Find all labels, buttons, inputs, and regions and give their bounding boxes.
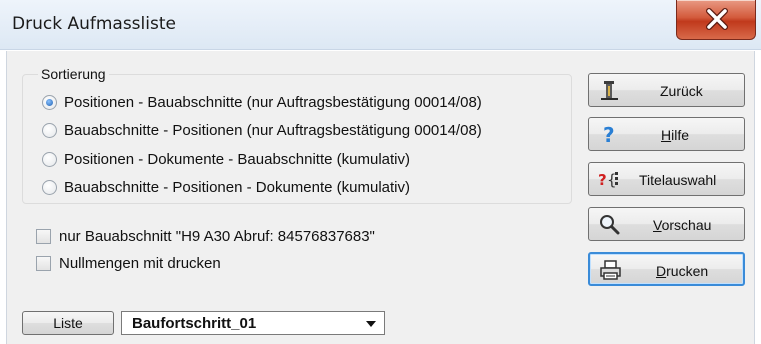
radio-selected[interactable] bbox=[42, 94, 57, 110]
sort-group-legend: Sortierung bbox=[38, 66, 109, 82]
door-exit-icon bbox=[601, 81, 618, 100]
sort-option-label: Positionen - Dokumente - Bauabschnitte (… bbox=[64, 150, 410, 168]
back-button[interactable]: Zurück bbox=[588, 73, 745, 107]
sort-option-4[interactable]: Bauabschnitte - Positionen - Dokumente (… bbox=[42, 177, 410, 197]
close-icon bbox=[706, 8, 728, 30]
magnifier-icon bbox=[600, 215, 620, 235]
checkbox-label: Nullmengen mit drucken bbox=[59, 254, 221, 272]
title-select-icon: ? { bbox=[598, 171, 618, 189]
window-title: Druck Aufmassliste bbox=[12, 14, 176, 34]
svg-text:?: ? bbox=[598, 171, 607, 189]
help-button[interactable]: ? Hilfe bbox=[588, 117, 745, 151]
radio[interactable] bbox=[42, 122, 57, 138]
sort-option-label: Bauabschnitte - Positionen (nur Auftrags… bbox=[64, 121, 482, 139]
liste-button[interactable]: Liste bbox=[22, 311, 114, 335]
back-button-label: Zurück bbox=[660, 83, 703, 99]
title-bar: Druck Aufmassliste bbox=[0, 0, 761, 50]
radio[interactable] bbox=[42, 151, 57, 167]
preview-button-label: Vorschau bbox=[653, 217, 712, 233]
print-button[interactable]: Drucken bbox=[588, 252, 745, 286]
sort-option-label: Bauabschnitte - Positionen - Dokumente (… bbox=[64, 178, 410, 196]
svg-text:?: ? bbox=[603, 123, 615, 145]
question-icon: ? bbox=[603, 123, 615, 145]
print-button-label: Drucken bbox=[656, 263, 709, 279]
checkbox[interactable] bbox=[36, 255, 51, 271]
sort-option-1[interactable]: Positionen - Bauabschnitte (nur Auftrags… bbox=[42, 92, 482, 112]
radio[interactable] bbox=[42, 179, 57, 195]
list-select-value: Baufortschritt_01 bbox=[132, 315, 257, 332]
help-button-label: Hilfe bbox=[661, 127, 690, 143]
checkbox[interactable] bbox=[36, 228, 51, 244]
title-select-button-label: Titelauswahl bbox=[639, 172, 717, 188]
preview-button[interactable]: Vorschau bbox=[588, 207, 745, 241]
title-select-button[interactable]: ? { Titelauswahl bbox=[588, 162, 745, 196]
sort-option-label: Positionen - Bauabschnitte (nur Auftrags… bbox=[64, 93, 482, 111]
sort-option-2[interactable]: Bauabschnitte - Positionen (nur Auftrags… bbox=[42, 120, 482, 140]
sort-option-3[interactable]: Positionen - Dokumente - Bauabschnitte (… bbox=[42, 149, 410, 169]
close-button[interactable] bbox=[676, 0, 756, 40]
list-select-dropdown[interactable]: Baufortschritt_01 bbox=[121, 311, 385, 335]
checkbox-label: nur Bauabschnitt "H9 A30 Abruf: 84576837… bbox=[59, 227, 375, 245]
dropdown-arrow-icon[interactable] bbox=[366, 321, 376, 327]
checkbox-only-section[interactable]: nur Bauabschnitt "H9 A30 Abruf: 84576837… bbox=[36, 226, 375, 246]
printer-icon bbox=[600, 260, 621, 280]
checkbox-zero-quantities[interactable]: Nullmengen mit drucken bbox=[36, 253, 221, 273]
